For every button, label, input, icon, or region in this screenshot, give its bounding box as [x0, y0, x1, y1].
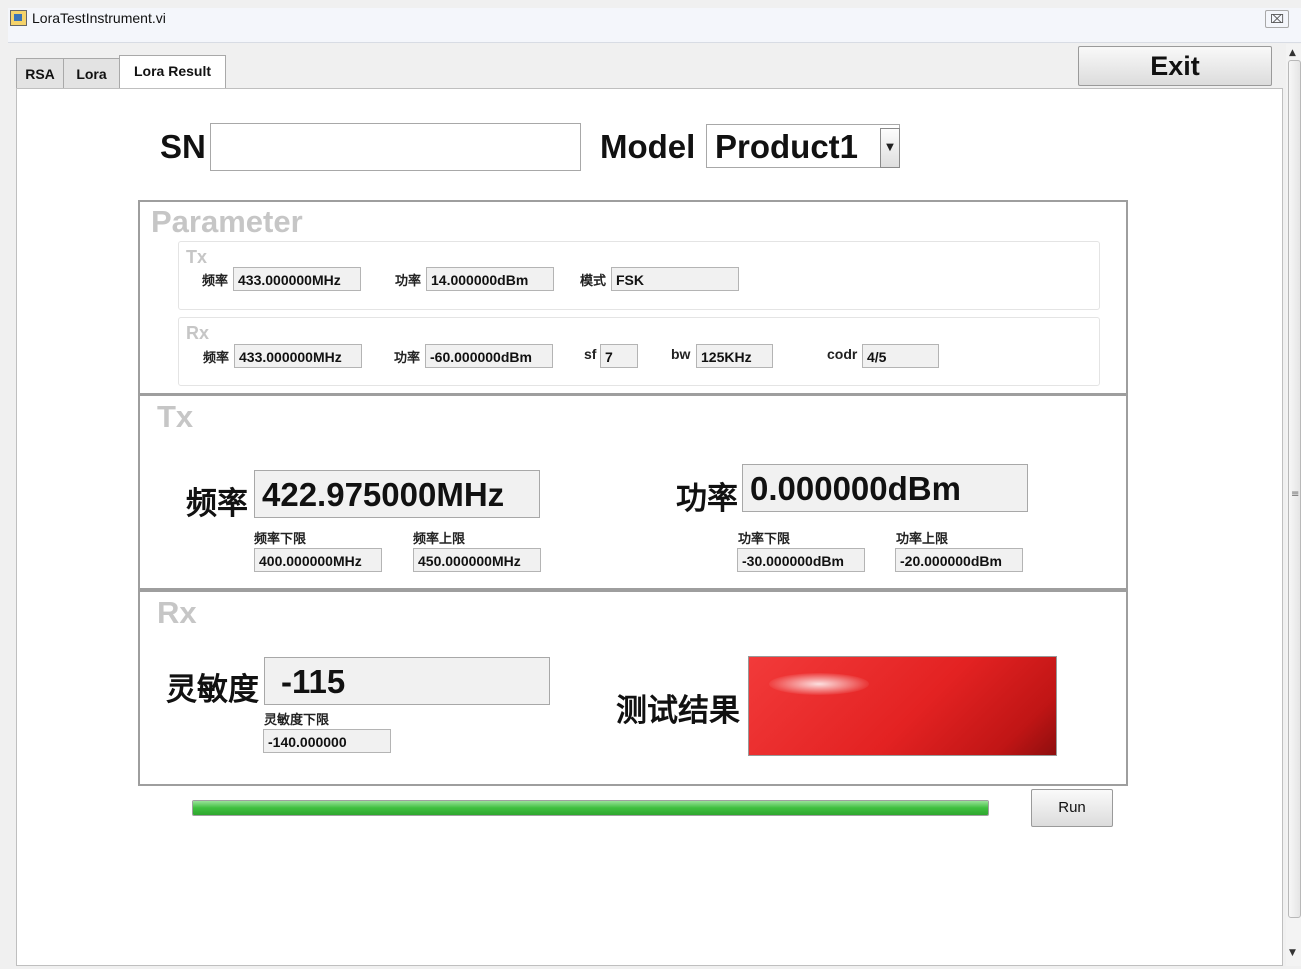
sensitivity-low-field[interactable]: -140.000000	[263, 729, 391, 753]
progress-bar	[192, 800, 989, 816]
chevron-down-icon[interactable]: ▼	[880, 128, 900, 168]
tab-lora-result[interactable]: Lora Result	[119, 55, 226, 90]
tx-power-result-field: 0.000000dBm	[742, 464, 1028, 512]
freq-low-label: 频率下限	[254, 531, 307, 546]
rx-bw-field[interactable]: 125KHz	[696, 344, 773, 368]
rx-power-field[interactable]: -60.000000dBm	[425, 344, 553, 368]
title-bar	[8, 8, 1301, 43]
rx-power-label: 功率	[394, 350, 421, 365]
close-icon[interactable]: ⌧	[1265, 10, 1289, 28]
parameter-tx-title: Tx	[186, 247, 208, 267]
sn-input[interactable]	[210, 123, 581, 171]
tx-freq-result-label: 频率	[186, 486, 248, 521]
power-high-field[interactable]: -20.000000dBm	[895, 548, 1023, 572]
power-high-label: 功率上限	[896, 531, 949, 546]
sn-label: SN	[160, 128, 206, 165]
rx-freq-field[interactable]: 433.000000MHz	[234, 344, 362, 368]
rx-freq-label: 频率	[203, 350, 230, 365]
tx-power-result-label: 功率	[676, 481, 738, 516]
scroll-up-icon[interactable]: ▲	[1289, 48, 1296, 58]
tx-result-title: Tx	[157, 399, 194, 434]
rx-sf-field[interactable]: 7	[600, 344, 638, 368]
power-low-field[interactable]: -30.000000dBm	[737, 548, 865, 572]
rx-result-title: Rx	[157, 595, 197, 630]
tx-freq-result-field: 422.975000MHz	[254, 470, 540, 518]
rx-codr-field[interactable]: 4/5	[862, 344, 939, 368]
freq-high-field[interactable]: 450.000000MHz	[413, 548, 541, 572]
tab-rsa[interactable]: RSA	[16, 58, 64, 89]
tx-mode-field[interactable]: FSK	[611, 267, 739, 291]
tx-freq-field[interactable]: 433.000000MHz	[233, 267, 361, 291]
freq-low-field[interactable]: 400.000000MHz	[254, 548, 382, 572]
parameter-rx-title: Rx	[186, 323, 210, 343]
model-select[interactable]: Product1	[706, 124, 900, 168]
test-result-indicator	[748, 656, 1057, 756]
rx-sf-label: sf	[584, 346, 597, 362]
rx-bw-label: bw	[671, 346, 691, 362]
model-label: Model	[600, 128, 696, 165]
tab-lora[interactable]: Lora	[63, 58, 120, 89]
exit-button[interactable]: Exit	[1078, 46, 1272, 86]
window-title: LoraTestInstrument.vi	[32, 10, 166, 26]
led-glare	[769, 673, 869, 695]
tx-mode-label: 模式	[580, 273, 607, 288]
tx-freq-label: 频率	[202, 273, 229, 288]
scroll-down-icon[interactable]: ▼	[1289, 948, 1296, 958]
parameter-title: Parameter	[151, 204, 303, 239]
sensitivity-low-label: 灵敏度下限	[264, 712, 330, 727]
test-result-label: 测试结果	[616, 693, 740, 728]
tx-power-field[interactable]: 14.000000dBm	[426, 267, 554, 291]
run-button[interactable]: Run	[1031, 789, 1113, 827]
labview-icon	[10, 10, 27, 26]
progress-fill	[193, 801, 988, 815]
tx-power-label: 功率	[395, 273, 422, 288]
freq-high-label: 频率上限	[413, 531, 466, 546]
grip-icon: ≡	[1291, 489, 1300, 500]
rx-codr-label: codr	[827, 346, 858, 362]
sensitivity-field: -115	[264, 657, 550, 705]
sensitivity-label: 灵敏度	[166, 672, 259, 707]
power-low-label: 功率下限	[738, 531, 791, 546]
